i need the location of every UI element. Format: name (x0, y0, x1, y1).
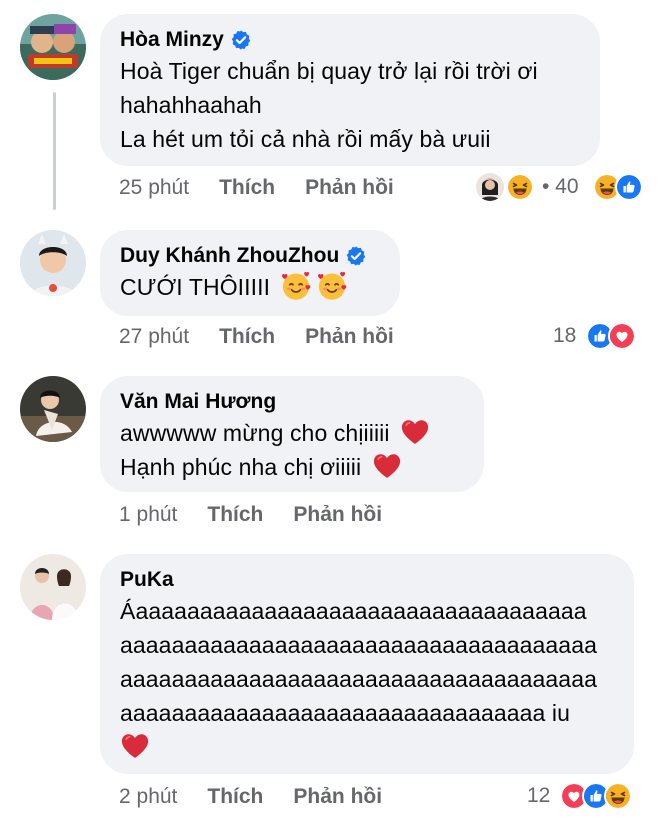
comment-text-line: Hoà Tiger chuẩn bị quay trở lại rồi trời… (120, 58, 538, 84)
avatar[interactable] (20, 554, 86, 620)
comment-bubble: Duy Khánh ZhouZhou CƯỚI THÔIIIII (100, 230, 400, 316)
avatar-image (20, 554, 86, 620)
comment-bubble: Hòa Minzy Hoà Tiger chuẩn bị quay trở lạ… (100, 14, 600, 166)
avatar-image (20, 376, 86, 442)
verified-badge-icon (345, 245, 367, 267)
comment-text: CƯỚI THÔIIIII (120, 274, 271, 300)
comment-text-line: Hạnh phúc nha chị ơiiiii (120, 450, 464, 484)
comment-text-line: aaaaaaaaaaaaaaaaaaaaaaaaaaaaaaaaaaaaa (120, 632, 597, 658)
comment-text: awwwww mừng cho chịiiiii (120, 420, 390, 446)
comment-bubble: Văn Mai Hương awwwww mừng cho chịiiiii H… (100, 376, 484, 492)
reactor-avatar (476, 173, 504, 201)
comment-text-line: La hét um tỏi cả nhà rồi mấy bà ưuii (120, 126, 491, 152)
red-heart-emoji (120, 731, 150, 761)
like-button[interactable]: Thích (219, 176, 275, 200)
reply-button[interactable]: Phản hồi (293, 503, 382, 527)
reaction-count: 12 (527, 784, 551, 807)
comment-text: Hạnh phúc nha chị ơiiiii (120, 454, 362, 480)
comment-actions: 27 phút Thích Phản hồi (119, 325, 394, 349)
comment-text-line (120, 730, 614, 764)
comment-text-line: Áaaaaaaaaaaaaaaaaaaaaaaaaaaaaaaaaaaa (120, 598, 587, 624)
commenter-name-text[interactable]: PuKa (120, 566, 174, 594)
commenter-name[interactable]: Duy Khánh ZhouZhou (120, 242, 380, 270)
commenter-name[interactable]: PuKa (120, 566, 614, 594)
haha-reaction-icon (506, 173, 534, 201)
smiling-face-with-hearts-emoji (317, 271, 347, 301)
comment-text-line: aaaaaaaaaaaaaaaaaaaaaaaaaaaaaaaaaaaaa (120, 666, 597, 692)
like-button[interactable]: Thích (207, 785, 263, 809)
reaction-summary[interactable]: 12 (527, 782, 633, 810)
reply-button[interactable]: Phản hồi (293, 785, 382, 809)
reaction-summary[interactable]: 18 (553, 322, 637, 350)
commenter-name-text[interactable]: Văn Mai Hương (120, 388, 276, 416)
avatar[interactable] (20, 14, 86, 80)
commenter-name-text[interactable]: Duy Khánh ZhouZhou (120, 242, 339, 270)
like-reaction-icon (614, 173, 643, 201)
reply-thread-line (53, 92, 56, 210)
love-reaction-icon (608, 322, 637, 350)
comment-timestamp[interactable]: 25 phút (119, 176, 189, 200)
comment-timestamp[interactable]: 2 phút (119, 785, 177, 809)
comment-text-line: aaaaaaaaaaaaaaaaaaaaaaaaaaaaaaaaa iu (120, 700, 571, 726)
comment-timestamp[interactable]: 27 phút (119, 325, 189, 349)
verified-badge-icon (230, 29, 252, 51)
comment-actions: 2 phút Thích Phản hồi (119, 785, 382, 809)
red-heart-emoji (400, 417, 430, 447)
comment-actions: 1 phút Thích Phản hồi (119, 503, 382, 527)
avatar-image (20, 230, 86, 296)
commenter-name-text[interactable]: Hòa Minzy (120, 26, 224, 54)
comment-text-line: CƯỚI THÔIIIII (120, 270, 380, 304)
like-button[interactable]: Thích (219, 325, 275, 349)
comment-bubble: PuKa Áaaaaaaaaaaaaaaaaaaaaaaaaaaaaaaaaaa… (100, 554, 634, 774)
like-button[interactable]: Thích (207, 503, 263, 527)
avatar[interactable] (20, 376, 86, 442)
comment-text-line: awwwww mừng cho chịiiiii (120, 416, 464, 450)
comment-actions: 25 phút Thích Phản hồi (119, 176, 394, 200)
reaction-summary[interactable]: • 40 (476, 173, 643, 201)
reaction-count: 18 (553, 324, 577, 347)
comment-timestamp[interactable]: 1 phút (119, 503, 177, 527)
reply-button[interactable]: Phản hồi (305, 176, 394, 200)
comment-text-line: hahahhaahah (120, 92, 262, 118)
avatar[interactable] (20, 230, 86, 296)
smiling-face-with-hearts-emoji (281, 271, 311, 301)
reaction-count: • 40 (542, 175, 579, 198)
reply-button[interactable]: Phản hồi (305, 325, 394, 349)
commenter-name[interactable]: Hòa Minzy (120, 26, 580, 54)
avatar-image (20, 14, 86, 80)
commenter-name[interactable]: Văn Mai Hương (120, 388, 464, 416)
red-heart-emoji (372, 451, 402, 481)
haha-reaction-icon (604, 782, 633, 810)
